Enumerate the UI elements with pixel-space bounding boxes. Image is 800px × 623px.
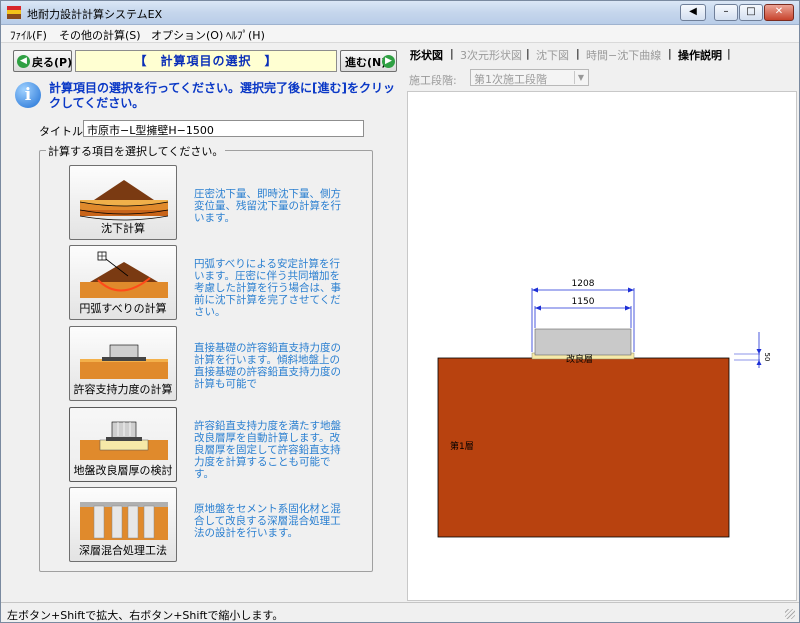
shape-diagram-canvas[interactable]: 1208 1150 改良層 第1層 50: [407, 91, 797, 601]
layer1-label: 第1層: [450, 440, 474, 452]
title-field-label: タイトル:: [39, 125, 87, 138]
back-arrow-button[interactable]: ◀: [680, 4, 706, 21]
calc-item-desc: 圧密沈下量、即時沈下量、側方変位量、残留沈下量の計算を行います。: [194, 188, 341, 224]
close-button[interactable]: ✕: [764, 4, 794, 21]
resize-grip-icon[interactable]: [785, 609, 795, 619]
ground-improvement-icon: [80, 421, 168, 460]
stage-select-value: 第1次施工段階: [474, 73, 547, 86]
tab-operation-guide[interactable]: 操作説明: [678, 47, 722, 63]
calc-item-label: 沈下計算: [101, 222, 145, 235]
app-logo-icon: [7, 6, 21, 19]
back-button-label: 戻る(P): [32, 56, 73, 69]
status-text: 左ボタン+Shiftで拡大、右ボタン+Shiftで縮小します。: [7, 609, 284, 622]
dim-outer-text: 1208: [572, 279, 595, 289]
menu-bar: ﾌｧｲﾙ(F) その他の計算(S) オプション(O) ﾍﾙﾌﾟ(H): [1, 25, 799, 43]
ground-improvement-calc-button[interactable]: 地盤改良層厚の検討: [69, 407, 177, 482]
step-title: 【 計算項目の選択 】: [75, 50, 337, 72]
menu-options[interactable]: オプション(O): [151, 27, 223, 43]
window-title: 地耐力設計計算システムEX: [27, 8, 163, 21]
arrow-left-icon: ◀: [17, 55, 30, 68]
layer1-block: [437, 357, 730, 538]
arrow-right-icon: ▶: [382, 55, 395, 68]
calc-item-label: 許容支持力度の計算: [73, 383, 173, 396]
tab-settlement-diagram[interactable]: 沈下図: [536, 47, 569, 63]
title-input[interactable]: 市原市−L型擁壁H−1500: [83, 120, 364, 137]
menu-other-calc[interactable]: その他の計算(S): [59, 27, 141, 43]
dim-inner-text: 1150: [572, 297, 595, 307]
slip-circle-calc-button[interactable]: 円弧すべりの計算: [69, 245, 177, 320]
tab-3d-shape[interactable]: 3次元形状図: [460, 47, 522, 63]
deep-mixing-icon: [80, 502, 168, 540]
settlement-calc-button[interactable]: 沈下計算: [69, 165, 177, 240]
tab-time-settlement-curve[interactable]: 時間−沈下曲線: [586, 47, 661, 63]
bearing-capacity-calc-button[interactable]: 許容支持力度の計算: [69, 326, 177, 401]
next-button[interactable]: 進む(N) ▶: [340, 50, 397, 72]
tab-shape-diagram[interactable]: 形状図: [410, 47, 443, 63]
app-window: 地耐力設計計算システムEX ◀ – □ ✕ ﾌｧｲﾙ(F) その他の計算(S) …: [0, 0, 800, 623]
minimize-button[interactable]: –: [714, 4, 738, 21]
next-button-label: 進む(N): [345, 56, 387, 69]
chevron-down-icon: ▼: [574, 71, 587, 84]
dim-right-text: 50: [763, 353, 771, 362]
calc-item-desc: 原地盤をセメント系固化材と混合して改良する深層混合処理工法の設計を行います。: [194, 503, 341, 539]
shape-diagram-svg: 1208 1150 改良層 第1層 50: [437, 279, 771, 538]
calc-item-desc: 許容鉛直支持力度を満たす地盤改良層厚を自動計算します。改良層厚を固定して許容鉛直…: [194, 420, 341, 480]
calc-item-label: 円弧すべりの計算: [79, 302, 167, 315]
title-bar[interactable]: 地耐力設計計算システムEX ◀ – □ ✕: [1, 1, 799, 25]
info-icon: i: [15, 82, 41, 108]
improved-layer-label: 改良層: [566, 353, 593, 365]
maximize-button[interactable]: □: [739, 4, 763, 21]
calc-item-desc: 円弧すべりによる安定計算を行います。圧密に伴う共同増加を考慮した計算を行う場合は…: [194, 258, 341, 318]
menu-file[interactable]: ﾌｧｲﾙ(F): [10, 27, 47, 43]
settlement-icon: [80, 180, 168, 221]
calc-item-label: 深層混合処理工法: [79, 544, 167, 557]
info-message: 計算項目の選択を行ってください。選択完了後に[進む]をクリックしてください。: [49, 81, 396, 110]
menu-help[interactable]: ﾍﾙﾌﾟ(H): [226, 27, 265, 43]
slip-circle-icon: [80, 251, 168, 298]
calc-item-desc: 直接基礎の許容鉛直支持力度の計算を行います。傾斜地盤上の直接基礎の許容鉛直支持力…: [194, 342, 341, 390]
calc-item-label: 地盤改良層厚の検討: [73, 464, 173, 477]
back-button[interactable]: ◀ 戻る(P): [13, 50, 72, 72]
status-bar: 左ボタン+Shiftで拡大、右ボタン+Shiftで縮小します。: [1, 602, 799, 622]
group-legend: 計算する項目を選択してください。: [46, 143, 226, 159]
footing-block: [534, 328, 632, 356]
bearing-capacity-icon: [80, 344, 168, 379]
stage-label: 施工段階:: [409, 74, 457, 87]
stage-select[interactable]: 第1次施工段階 ▼: [470, 69, 589, 86]
deep-mixing-calc-button[interactable]: 深層混合処理工法: [69, 487, 177, 562]
